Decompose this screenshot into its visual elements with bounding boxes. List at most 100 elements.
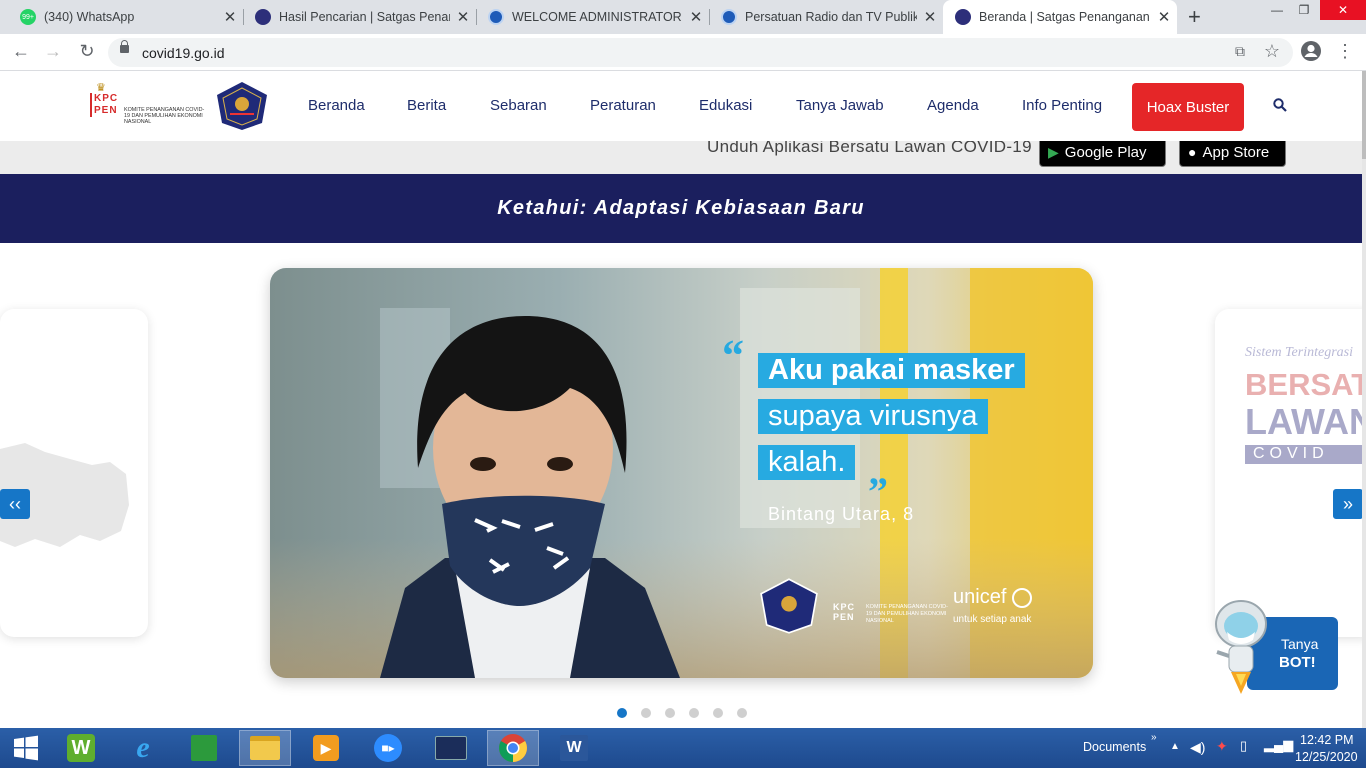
clock-time[interactable]: 12:42 PM xyxy=(1300,733,1354,747)
nav-peraturan[interactable]: Peraturan xyxy=(590,97,656,114)
profile-avatar-icon[interactable] xyxy=(1300,40,1322,67)
carousel-next-button[interactable]: » xyxy=(1333,489,1362,519)
show-hidden-icons[interactable]: ▲ xyxy=(1170,741,1180,752)
app-download-bar: Unduh Aplikasi Bersatu Lawan COVID-19 ▶ … xyxy=(0,141,1362,174)
nav-edukasi[interactable]: Edukasi xyxy=(699,97,752,114)
new-tab-icon[interactable]: + xyxy=(1188,4,1201,30)
google-play-label: Google Play xyxy=(1064,143,1147,161)
close-tab-icon[interactable]: ✕ xyxy=(450,8,476,26)
logo-kpc-text: KPC PEN xyxy=(90,93,120,117)
card-title-2: LAWAN xyxy=(1245,401,1362,442)
store-icon xyxy=(191,735,217,761)
unicef-logo-text: unicef xyxy=(953,586,1007,608)
carousel-card-next[interactable]: Sistem Terintegrasi BERSATU LAWAN COVID xyxy=(1215,309,1362,637)
carousel-dot[interactable] xyxy=(689,708,699,718)
media-app-icon xyxy=(435,736,467,760)
apple-icon: ● xyxy=(1188,144,1197,160)
quote-line-3: kalah. xyxy=(758,445,856,480)
close-window-icon[interactable]: ✕ xyxy=(1320,0,1366,20)
taskbar-internet-explorer[interactable]: e xyxy=(117,730,169,766)
nav-agenda[interactable]: Agenda xyxy=(927,97,979,114)
taskbar-store[interactable] xyxy=(178,730,230,766)
translate-icon[interactable]: ⧉ xyxy=(1229,43,1251,60)
taskbar-word[interactable]: W xyxy=(548,730,600,766)
volume-icon[interactable]: ◀) xyxy=(1190,739,1205,756)
close-tab-icon[interactable]: ✕ xyxy=(917,8,943,26)
folder-icon xyxy=(250,736,280,760)
tanya-bot-widget[interactable]: Tanya BOT! xyxy=(1205,596,1340,706)
taskbar-media-app[interactable] xyxy=(425,730,477,766)
taskbar-chrome[interactable] xyxy=(487,730,539,766)
start-button[interactable] xyxy=(0,730,52,766)
address-bar[interactable]: covid19.go.id xyxy=(108,38,1293,67)
kpc-pen-logo[interactable]: ♛ KPC PEN KOMITE PENANGANAN COVID-19 DAN… xyxy=(90,81,208,133)
chrome-icon xyxy=(499,734,527,762)
site-header: ♛ KPC PEN KOMITE PENANGANAN COVID-19 DAN… xyxy=(0,71,1362,141)
nav-sebaran[interactable]: Sebaran xyxy=(490,97,547,114)
indonesia-map-graphic xyxy=(0,443,129,547)
close-tab-icon[interactable]: ✕ xyxy=(1151,8,1177,26)
unicef-globe-icon xyxy=(1012,588,1032,608)
hoax-buster-button[interactable]: Hoax Buster xyxy=(1132,83,1244,131)
taskbar-file-explorer[interactable] xyxy=(239,730,291,766)
carousel-dot[interactable] xyxy=(617,708,627,718)
google-play-button[interactable]: ▶ Google Play xyxy=(1039,141,1166,167)
taskbar-zoom[interactable]: ■▸ xyxy=(362,730,414,766)
back-icon[interactable]: ← xyxy=(10,41,32,62)
network-icon[interactable]: ▂▄▆ xyxy=(1264,737,1293,753)
tab-whatsapp[interactable]: 99+ (340) WhatsApp ✕ xyxy=(8,0,243,34)
carousel-dot[interactable] xyxy=(641,708,651,718)
footer-kpc-text: KPC PEN xyxy=(833,602,856,622)
tab-beranda[interactable]: Beranda | Satgas Penanganan COVID-19 ✕ xyxy=(943,0,1177,34)
footer-kpc-desc: KOMITE PENANGANAN COVID-19 DAN PEMULIHAN… xyxy=(866,604,948,624)
tab-welcome-administrator[interactable]: WELCOME ADMINISTRATOR ✕ xyxy=(476,0,709,34)
carousel-main-slide[interactable]: “ Aku pakai masker supaya virusnya kalah… xyxy=(270,268,1093,678)
windows-taskbar: W e ▶ ■▸ W Documents » ▲ ◀) ✦ ▯ ▂▄▆ 12:4… xyxy=(0,728,1366,768)
tab-hasil-pencarian[interactable]: Hasil Pencarian | Satgas Penanganan COVI… xyxy=(243,0,476,34)
logo-description: KOMITE PENANGANAN COVID-19 DAN PEMULIHAN… xyxy=(124,107,205,125)
carousel-card-previous[interactable] xyxy=(0,309,148,637)
close-tab-icon[interactable]: ✕ xyxy=(683,8,709,26)
clock-date[interactable]: 12/25/2020 xyxy=(1295,750,1358,764)
close-tab-icon[interactable]: ✕ xyxy=(217,8,243,26)
robot-mascot-icon xyxy=(1215,600,1267,694)
restore-icon[interactable]: ❐ xyxy=(1289,0,1319,20)
tab-title: Beranda | Satgas Penanganan COVID-19 xyxy=(979,10,1151,24)
card-title-3: COVID xyxy=(1245,445,1362,464)
carousel-dot[interactable] xyxy=(665,708,675,718)
toolbar-expand-icon[interactable]: » xyxy=(1151,732,1157,743)
minimize-icon[interactable]: — xyxy=(1262,0,1292,20)
announcement-banner[interactable]: Ketahui: Adaptasi Kebiasaan Baru xyxy=(0,174,1362,243)
search-icon[interactable] xyxy=(1273,98,1287,112)
scrollbar-thumb[interactable] xyxy=(1362,71,1366,159)
bookmark-star-icon[interactable]: ☆ xyxy=(1261,41,1283,62)
reload-icon[interactable]: ↻ xyxy=(76,41,98,62)
nav-berita[interactable]: Berita xyxy=(407,97,446,114)
page-scrollbar[interactable] xyxy=(1362,71,1366,728)
unicef-tagline: untuk setiap anak xyxy=(953,614,1032,625)
nav-beranda[interactable]: Beranda xyxy=(308,97,365,114)
satgas-icon xyxy=(255,9,271,25)
satgas-logo[interactable] xyxy=(216,81,268,131)
acrobat-icon[interactable]: ✦ xyxy=(1216,738,1228,755)
quote-author: Bintang Utara, 8 xyxy=(768,504,915,524)
forward-icon[interactable]: → xyxy=(42,41,64,62)
tvri-icon xyxy=(488,9,504,25)
tab-title: WELCOME ADMINISTRATOR xyxy=(512,10,682,24)
carousel-dot[interactable] xyxy=(737,708,747,718)
tab-title: (340) WhatsApp xyxy=(44,10,135,24)
nav-tanya-jawab[interactable]: Tanya Jawab xyxy=(796,97,884,114)
menu-icon[interactable]: ⋮ xyxy=(1334,41,1356,62)
whatsapp-icon: 99+ xyxy=(20,9,36,25)
tab-persatuan-radio[interactable]: Persatuan Radio dan TV Publik Indonesia … xyxy=(709,0,943,34)
taskbar-app-w[interactable]: W xyxy=(55,730,107,766)
carousel-prev-button[interactable]: ‹‹ xyxy=(0,489,30,519)
nav-info-penting[interactable]: Info Penting xyxy=(1022,97,1102,114)
carousel-dot[interactable] xyxy=(713,708,723,718)
url-text[interactable]: covid19.go.id xyxy=(142,45,225,61)
taskbar-media-player[interactable]: ▶ xyxy=(300,730,352,766)
power-icon[interactable]: ▯ xyxy=(1240,738,1247,754)
documents-toolbar[interactable]: Documents xyxy=(1083,740,1146,754)
app-store-button[interactable]: ● App Store xyxy=(1179,141,1286,167)
card-subtitle: Sistem Terintegrasi xyxy=(1245,345,1353,360)
